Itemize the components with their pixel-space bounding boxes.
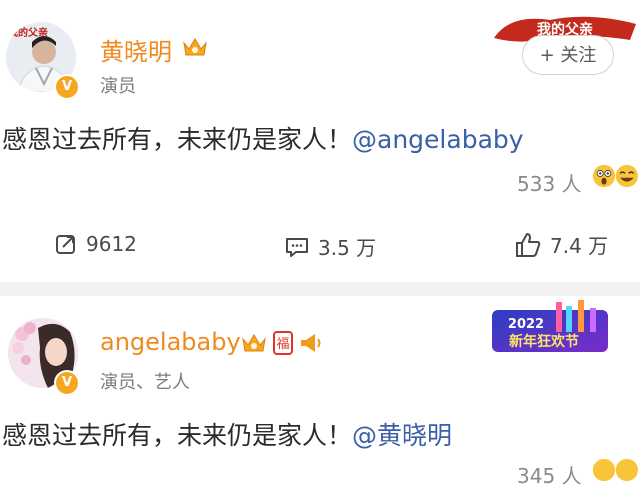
repost-count: 9612 [86,232,137,256]
like-button[interactable]: 7.4 万 [514,230,608,259]
emoji-icon [615,458,638,482]
follow-button[interactable]: + 关注 [522,35,614,75]
share-icon [56,235,75,254]
surprised-emoji-icon [592,164,616,188]
username[interactable]: 黄晓明 [100,32,172,67]
comment-button[interactable]: 3.5 万 [284,232,376,261]
reaction-count[interactable]: 345 人 [517,460,582,489]
repost-button[interactable]: 9612 [54,232,137,256]
post-text-main: 感恩过去所有，未来仍是家人！ [2,125,353,154]
comment-count: 3.5 万 [318,236,377,260]
new-year-banner: 2022 新年狂欢节 [492,300,608,352]
banner-year: 2022 [508,317,544,332]
megaphone-icon [301,334,321,352]
username[interactable]: angelababy [100,328,241,356]
reaction-count[interactable]: 533 人 [517,168,582,197]
post-text: 感恩过去所有，未来仍是家人！@angelababy [2,120,524,156]
vip-crown-icon [242,334,266,352]
user-role: 演员、艺人 [100,372,190,393]
fu-badge: 福 [273,331,293,355]
banner-text: 新年狂欢节 [509,333,579,350]
avatar-caption: 我的父亲 [8,28,48,39]
emoji-icon [592,458,616,482]
user-role: 演员 [100,76,136,97]
comment-icon [286,237,308,257]
mention-link[interactable]: @angelababy [352,125,524,154]
verified-icon: V [54,74,80,100]
mention-link[interactable]: @黄晓明 [352,421,452,450]
post-text-main: 感恩过去所有，未来仍是家人！ [2,421,353,450]
post-divider [0,282,640,296]
vip-crown-icon [183,38,207,56]
thumbs-up-icon [516,232,541,257]
verified-icon: V [54,370,80,396]
laughing-emoji-icon [615,164,638,188]
post-text: 感恩过去所有，未来仍是家人！@黄晓明 [2,416,452,452]
like-count: 7.4 万 [550,234,609,258]
